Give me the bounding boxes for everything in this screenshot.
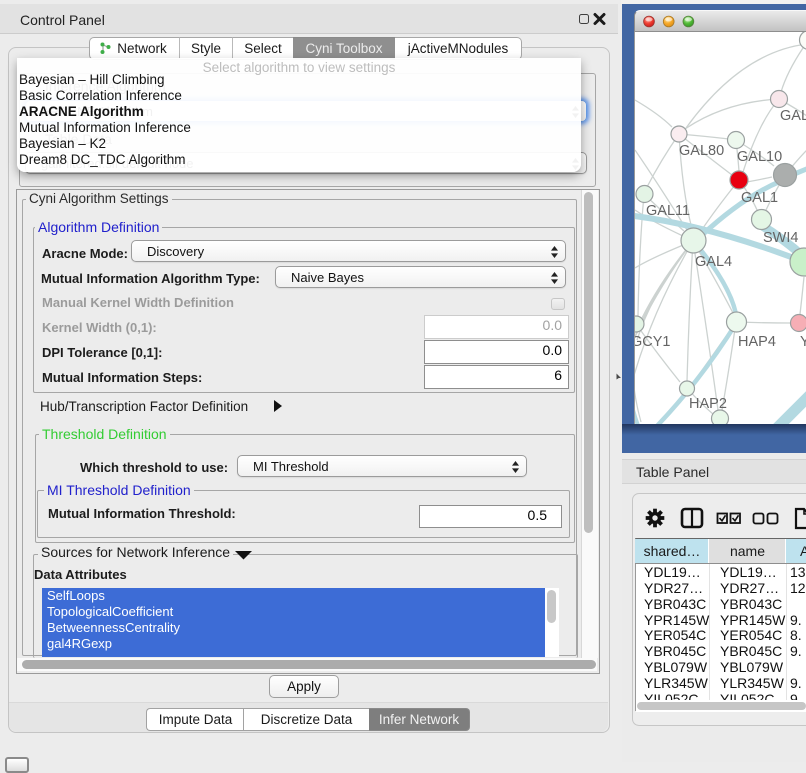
svg-text:GAL80: GAL80 [679, 143, 724, 159]
svg-text:SWI4: SWI4 [763, 230, 798, 246]
svg-text:GAL4: GAL4 [695, 254, 732, 270]
svg-text:GAL10: GAL10 [737, 149, 782, 165]
svg-text:HAP2: HAP2 [689, 396, 727, 412]
svg-text:YP: YP [800, 334, 806, 350]
svg-text:GCY1: GCY1 [634, 334, 671, 350]
svg-text:GAL1: GAL1 [741, 190, 778, 206]
svg-text:GAL11: GAL11 [646, 203, 690, 219]
svg-text:GAL7: GAL7 [780, 108, 806, 124]
svg-text:HAP4: HAP4 [738, 334, 776, 350]
